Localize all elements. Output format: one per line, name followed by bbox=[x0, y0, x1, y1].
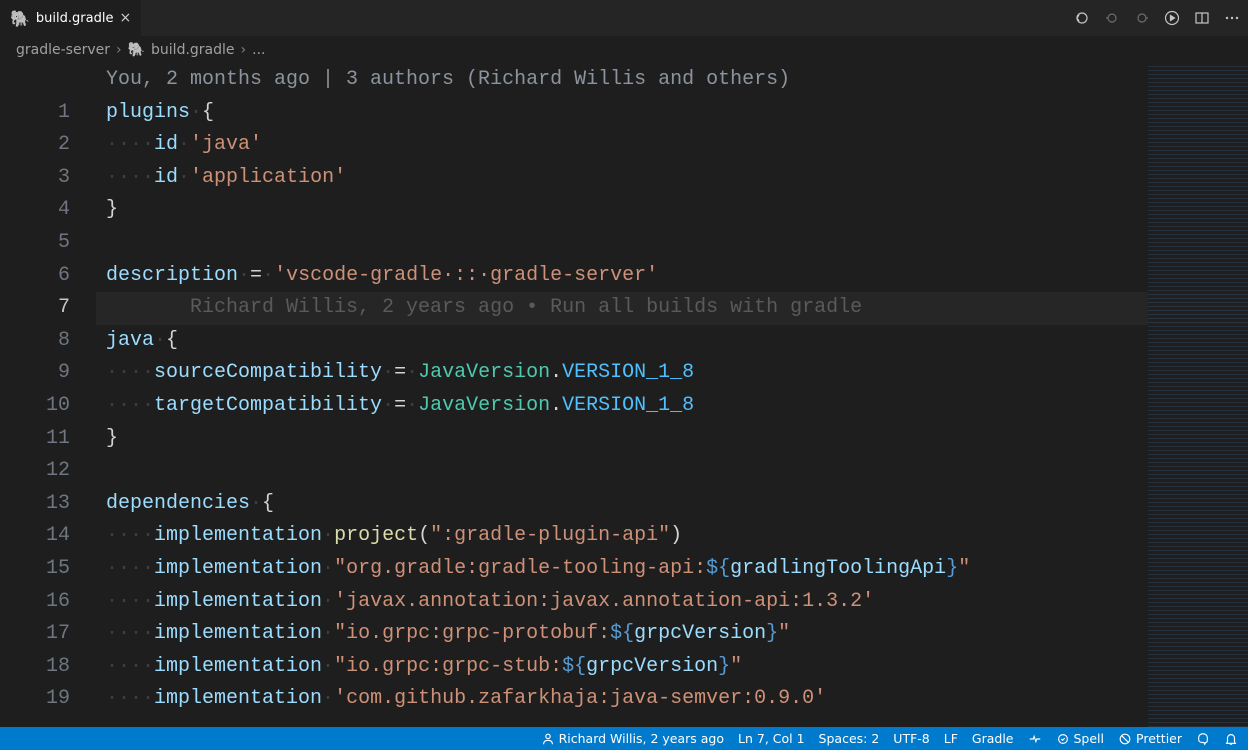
gradle-icon: 🐘 bbox=[10, 9, 30, 28]
go-back-icon[interactable] bbox=[1074, 10, 1090, 26]
more-actions-icon[interactable] bbox=[1224, 10, 1240, 26]
status-cursor[interactable]: Ln 7, Col 1 bbox=[738, 731, 805, 746]
tab-title: build.gradle bbox=[36, 11, 114, 26]
status-eol[interactable]: LF bbox=[944, 731, 958, 746]
code-line[interactable]: plugins·{ bbox=[96, 97, 1248, 130]
minimap[interactable] bbox=[1148, 64, 1248, 727]
status-prettier[interactable]: Prettier bbox=[1118, 731, 1182, 746]
code-line[interactable] bbox=[96, 455, 1248, 488]
chevron-right-icon: › bbox=[241, 42, 247, 58]
code-line[interactable]: Richard Willis, 2 years ago • Run all bu… bbox=[96, 292, 1248, 325]
breadcrumb-file[interactable]: build.gradle bbox=[151, 42, 235, 58]
code-line[interactable]: ····targetCompatibility·=·JavaVersion.VE… bbox=[96, 390, 1248, 423]
code-line[interactable]: ····id·'application' bbox=[96, 162, 1248, 195]
breadcrumbs[interactable]: gradle-server › 🐘 build.gradle › ... bbox=[0, 36, 1248, 64]
prev-change-icon[interactable] bbox=[1104, 10, 1120, 26]
tabs: 🐘 build.gradle × bbox=[0, 0, 142, 36]
split-editor-icon[interactable] bbox=[1194, 10, 1210, 26]
inline-blame: Richard Willis, 2 years ago • Run all bu… bbox=[106, 296, 862, 319]
code-line[interactable]: } bbox=[96, 194, 1248, 227]
gradle-icon: 🐘 bbox=[128, 42, 145, 58]
code-line[interactable]: ····implementation·"org.gradle:gradle-to… bbox=[96, 553, 1248, 586]
code-line[interactable]: ····implementation·"io.grpc:grpc-stub:${… bbox=[96, 651, 1248, 684]
code-line[interactable]: ····implementation·"io.grpc:grpc-protobu… bbox=[96, 618, 1248, 651]
status-indent[interactable]: Spaces: 2 bbox=[819, 731, 880, 746]
code-line[interactable]: ····id·'java' bbox=[96, 129, 1248, 162]
status-encoding[interactable]: UTF-8 bbox=[893, 731, 929, 746]
code-line[interactable]: description·=·'vscode-gradle·::·gradle-s… bbox=[96, 260, 1248, 293]
blame-annotation: You, 2 months ago | 3 authors (Richard W… bbox=[96, 64, 1248, 97]
code-line[interactable]: ····implementation·'javax.annotation:jav… bbox=[96, 586, 1248, 619]
status-spell[interactable]: Spell bbox=[1056, 731, 1105, 746]
breadcrumb-more[interactable]: ... bbox=[252, 42, 265, 58]
status-feedback-smiley[interactable] bbox=[1196, 732, 1210, 746]
code-area[interactable]: You, 2 months ago | 3 authors (Richard W… bbox=[96, 64, 1248, 727]
tab-bar: 🐘 build.gradle × bbox=[0, 0, 1248, 36]
status-bar: Richard Willis, 2 years ago Ln 7, Col 1 … bbox=[0, 727, 1248, 750]
status-feedback[interactable] bbox=[1028, 732, 1042, 746]
code-line[interactable]: dependencies·{ bbox=[96, 488, 1248, 521]
status-language[interactable]: Gradle bbox=[972, 731, 1014, 746]
code-line[interactable]: } bbox=[96, 423, 1248, 456]
tab-actions bbox=[1066, 0, 1248, 36]
next-change-icon[interactable] bbox=[1134, 10, 1150, 26]
code-line[interactable] bbox=[96, 227, 1248, 260]
gutter: 12345678910111213141516171819 bbox=[0, 64, 96, 727]
code-line[interactable]: java·{ bbox=[96, 325, 1248, 358]
close-icon[interactable]: × bbox=[119, 10, 131, 26]
status-bell-icon[interactable] bbox=[1224, 732, 1238, 746]
run-icon[interactable] bbox=[1164, 10, 1180, 26]
code-line[interactable]: ····sourceCompatibility·=·JavaVersion.VE… bbox=[96, 357, 1248, 390]
tab-build-gradle[interactable]: 🐘 build.gradle × bbox=[0, 0, 142, 36]
code-line[interactable]: ····implementation·'com.github.zafarkhaj… bbox=[96, 683, 1248, 716]
breadcrumb-folder[interactable]: gradle-server bbox=[16, 42, 110, 58]
chevron-right-icon: › bbox=[116, 42, 122, 58]
code-line[interactable]: ····implementation·project(":gradle-plug… bbox=[96, 520, 1248, 553]
editor[interactable]: 12345678910111213141516171819 You, 2 mon… bbox=[0, 64, 1248, 727]
status-blame[interactable]: Richard Willis, 2 years ago bbox=[541, 731, 724, 746]
